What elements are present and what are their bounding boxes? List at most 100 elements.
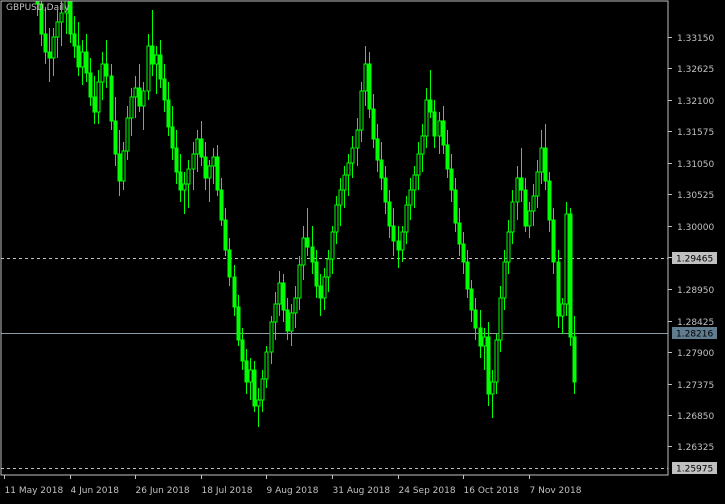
candle-body-bear xyxy=(465,261,470,290)
candle-body-bear xyxy=(367,63,372,110)
candle-body-bear xyxy=(432,111,437,137)
candle-body-bull xyxy=(350,147,355,164)
candle-body-bull xyxy=(359,90,364,131)
candle-body-bull xyxy=(342,174,347,191)
candle-body-bull xyxy=(260,378,265,401)
candle-body-bull xyxy=(100,63,105,83)
time-tick-label: 11 May 2018 xyxy=(5,486,64,496)
candle-body-bull xyxy=(146,45,151,92)
candle-body-bull xyxy=(96,81,101,113)
candle-body-bear xyxy=(215,156,220,191)
candle-body-bull xyxy=(506,231,511,263)
candle-body-bull xyxy=(195,138,200,155)
candle-body-bear xyxy=(92,96,97,113)
candle-body-bull xyxy=(154,54,159,65)
candle-body-bear xyxy=(396,240,401,251)
time-tick-label: 7 Nov 2018 xyxy=(530,486,582,496)
candle-body-bull xyxy=(502,261,507,299)
candle-body-bear xyxy=(568,213,573,338)
candle-body-bear xyxy=(162,78,167,101)
time-tick-label: 16 Oct 2018 xyxy=(464,486,520,496)
candle-body-bull xyxy=(510,201,515,233)
candle-body-bull xyxy=(297,264,302,299)
price-tick-label: 1.28950 xyxy=(677,286,714,296)
candle-body-bear xyxy=(310,246,315,263)
price-tick-label: 1.31575 xyxy=(677,128,714,138)
candle-body-bear xyxy=(379,159,384,179)
candle-body-bear xyxy=(441,120,446,146)
candle-body-bear xyxy=(84,51,89,74)
candle-body-bear xyxy=(314,261,319,287)
candle-body-bear xyxy=(166,99,171,128)
candle-body-bear xyxy=(547,180,552,221)
price-tick-label: 1.26850 xyxy=(677,412,714,422)
candle-body-bull xyxy=(256,399,261,407)
candle-body-bull xyxy=(264,351,269,380)
level-price-tag-0-label: 1.29465 xyxy=(676,255,713,265)
candle-body-bull xyxy=(289,312,294,332)
candle-body-bull xyxy=(408,189,413,206)
price-tick-label: 1.30000 xyxy=(677,223,714,233)
price-tick-label: 1.26325 xyxy=(677,443,714,453)
candle-body-bull xyxy=(248,369,253,383)
candle-body-bull xyxy=(560,303,565,317)
candle-body-bear xyxy=(199,138,204,158)
candle-body-bear xyxy=(461,243,466,263)
candle-body-bull xyxy=(186,168,191,185)
candle-body-bull xyxy=(363,63,368,92)
candle-body-bear xyxy=(178,171,183,191)
price-tick-label: 1.32625 xyxy=(677,65,714,75)
candle-body-bear xyxy=(227,249,232,278)
time-tick-label: 31 Aug 2018 xyxy=(333,486,391,496)
candle-body-bear xyxy=(104,63,109,77)
candle-body-bull xyxy=(207,165,212,179)
candle-body-bull xyxy=(404,204,409,233)
candle-body-bear xyxy=(150,45,155,65)
candlestick-chart[interactable]: 1.33150 1.32625 1.32100 1.31575 1.31050 1.305… xyxy=(0,0,725,500)
bid-price-tag: 1.28216 xyxy=(672,327,717,340)
candle-body-bull xyxy=(133,87,138,98)
candle-body-bear xyxy=(543,147,548,182)
candle-body-bull xyxy=(129,96,134,119)
candle-body-bear xyxy=(473,309,478,329)
candle-body-bull xyxy=(269,321,274,353)
candle-body-bear xyxy=(387,201,392,227)
candle-body-bull xyxy=(330,231,335,260)
bid-price-tag-label: 1.28216 xyxy=(676,330,713,340)
time-tick-label: 24 Sep 2018 xyxy=(399,486,456,496)
candle-body-bear xyxy=(551,219,556,263)
candle-body-bull xyxy=(125,117,130,152)
candle-body-bear xyxy=(174,147,179,173)
candle-body-bear xyxy=(76,45,81,68)
level-price-tag-0: 1.29465 xyxy=(672,252,717,265)
candle-body-bull xyxy=(539,147,544,173)
candle-body-bear xyxy=(457,222,462,245)
time-tick-label: 18 Jul 2018 xyxy=(202,486,253,496)
candle-body-bear xyxy=(219,189,224,221)
candle-body-bull xyxy=(498,297,503,341)
candle-body-bull xyxy=(55,21,60,38)
candle-body-bear xyxy=(285,309,290,332)
candle-body-bull xyxy=(191,153,196,170)
candle-body-bear xyxy=(43,33,48,53)
price-tick-label: 1.33150 xyxy=(677,34,714,44)
candle-body-bear xyxy=(371,108,376,140)
candle-body-bear xyxy=(88,72,93,98)
chart-title: GBPUSD,Daily xyxy=(6,3,70,13)
candle-body-bull xyxy=(301,237,306,266)
candle-body-bear xyxy=(170,126,175,149)
candle-body-bull xyxy=(334,204,339,233)
candle-body-bull xyxy=(482,336,487,347)
candle-body-bull xyxy=(141,90,146,107)
candle-body-bull xyxy=(322,276,327,299)
candle-body-bear xyxy=(72,33,77,47)
candle-body-bull xyxy=(346,162,351,176)
candle-body-bull xyxy=(59,12,64,23)
level-price-tag-1-label: 1.25975 xyxy=(676,465,713,475)
candle-body-bull xyxy=(424,99,429,137)
candle-body-bull xyxy=(277,282,282,305)
candle-body-bear xyxy=(478,327,483,347)
candle-body-bear xyxy=(572,336,577,383)
chart-window[interactable]: 1.33150 1.32625 1.32100 1.31575 1.31050 1.305… xyxy=(0,0,725,500)
candle-body-bear xyxy=(236,306,241,341)
